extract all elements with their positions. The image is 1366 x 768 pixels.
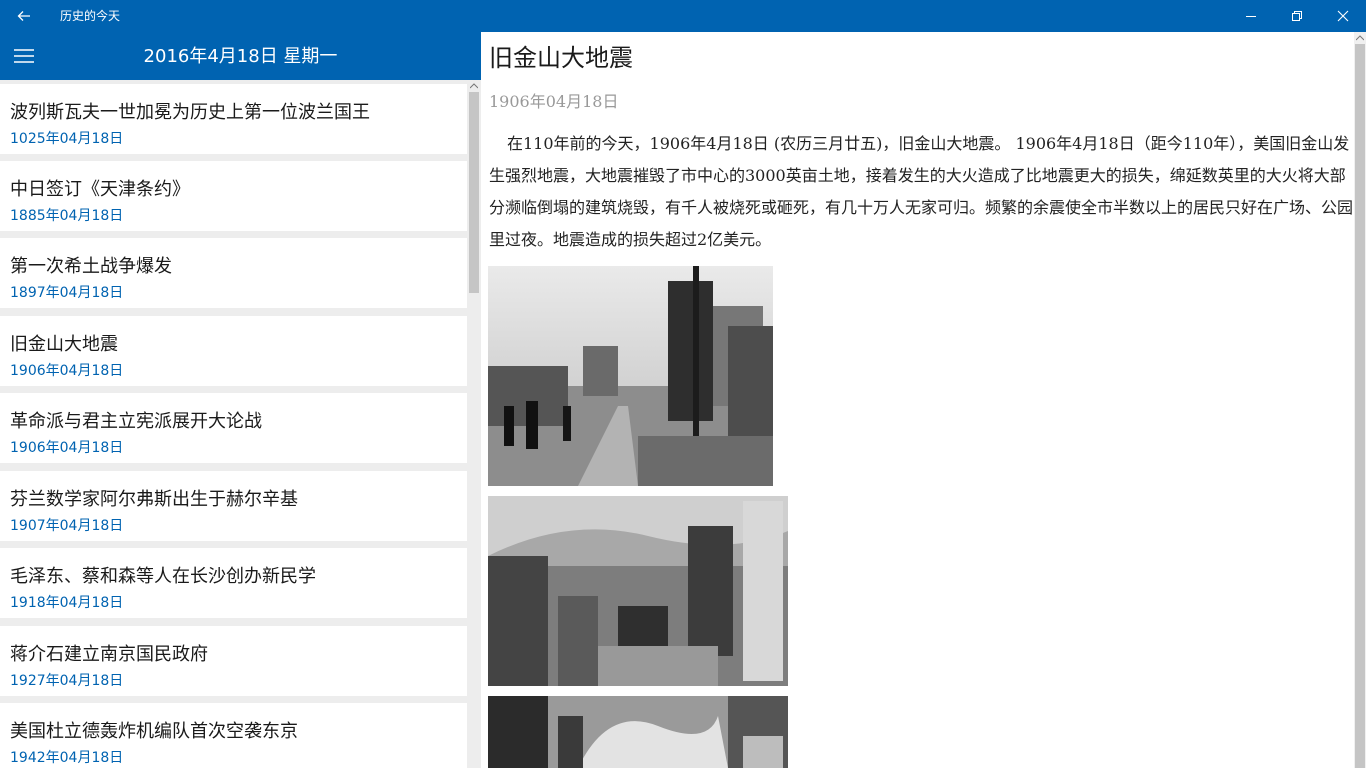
event-title: 中日签订《天津条约》 [10, 179, 190, 200]
event-date: 1906年04月18日 [10, 440, 124, 456]
detail-date: 1906年04月18日 [489, 92, 619, 111]
scroll-up-arrow-icon[interactable] [1354, 32, 1366, 44]
list-item[interactable]: 毛泽东、蔡和森等人在长沙创办新民学 1918年04月18日 [0, 548, 467, 618]
event-title: 革命派与君主立宪派展开大论战 [10, 411, 262, 432]
close-button[interactable] [1320, 0, 1366, 32]
event-title: 毛泽东、蔡和森等人在长沙创办新民学 [10, 566, 316, 587]
event-list[interactable]: 波列斯瓦夫一世加冕为历史上第一位波兰国王 1025年04月18日 中日签订《天津… [0, 80, 481, 768]
event-title: 蒋介石建立南京国民政府 [10, 644, 208, 665]
scroll-up-arrow-icon[interactable] [467, 80, 481, 92]
event-date: 1025年04月18日 [10, 131, 124, 147]
scrollbar-thumb[interactable] [469, 92, 479, 293]
list-item[interactable]: 芬兰数学家阿尔弗斯出生于赫尔辛基 1907年04月18日 [0, 471, 467, 541]
event-detail: 旧金山大地震 1906年04月18日 在110年前的今天，1906年4月18日 … [481, 32, 1354, 768]
back-arrow-icon[interactable] [0, 0, 48, 32]
earthquake-photo [488, 496, 788, 686]
restore-icon [1292, 11, 1302, 21]
event-title: 芬兰数学家阿尔弗斯出生于赫尔辛基 [10, 489, 298, 510]
scrollbar-thumb[interactable] [1355, 44, 1365, 768]
list-item[interactable]: 旧金山大地震 1906年04月18日 [0, 316, 467, 386]
event-title: 第一次希土战争爆发 [10, 256, 172, 277]
event-title: 旧金山大地震 [10, 334, 118, 355]
earthquake-photo [488, 266, 773, 486]
current-date: 2016年4月18日 星期一 [143, 46, 338, 67]
list-item[interactable]: 蒋介石建立南京国民政府 1927年04月18日 [0, 626, 467, 696]
event-date: 1918年04月18日 [10, 595, 124, 611]
hamburger-menu-icon[interactable] [0, 32, 48, 80]
detail-scrollbar[interactable] [1354, 32, 1366, 768]
list-item[interactable]: 中日签订《天津条约》 1885年04月18日 [0, 161, 467, 231]
event-title: 波列斯瓦夫一世加冕为历史上第一位波兰国王 [10, 102, 370, 123]
list-scrollbar[interactable] [467, 80, 481, 768]
detail-title: 旧金山大地震 [489, 44, 633, 72]
event-date: 1885年04月18日 [10, 208, 124, 224]
event-title: 美国杜立德轰炸机编队首次空袭东京 [10, 721, 298, 742]
minimize-button[interactable] [1228, 0, 1274, 32]
title-bar: 历史的今天 [0, 0, 1366, 32]
event-date: 1907年04月18日 [10, 518, 124, 534]
event-date: 1906年04月18日 [10, 363, 124, 379]
earthquake-photo [488, 696, 788, 768]
list-item[interactable]: 第一次希土战争爆发 1897年04月18日 [0, 238, 467, 308]
event-date: 1927年04月18日 [10, 673, 124, 689]
date-header: 2016年4月18日 星期一 [0, 32, 481, 80]
list-item[interactable]: 波列斯瓦夫一世加冕为历史上第一位波兰国王 1025年04月18日 [0, 84, 467, 154]
event-date: 1942年04月18日 [10, 750, 124, 766]
restore-button[interactable] [1274, 0, 1320, 32]
minimize-icon [1246, 16, 1256, 17]
window-title: 历史的今天 [60, 9, 121, 23]
list-item[interactable]: 革命派与君主立宪派展开大论战 1906年04月18日 [0, 393, 467, 463]
close-icon [1337, 10, 1349, 22]
detail-body: 在110年前的今天，1906年4月18日 (农历三月廿五)，旧金山大地震。 19… [489, 134, 1354, 249]
event-date: 1897年04月18日 [10, 285, 124, 301]
list-item[interactable]: 美国杜立德轰炸机编队首次空袭东京 1942年04月18日 [0, 703, 467, 768]
